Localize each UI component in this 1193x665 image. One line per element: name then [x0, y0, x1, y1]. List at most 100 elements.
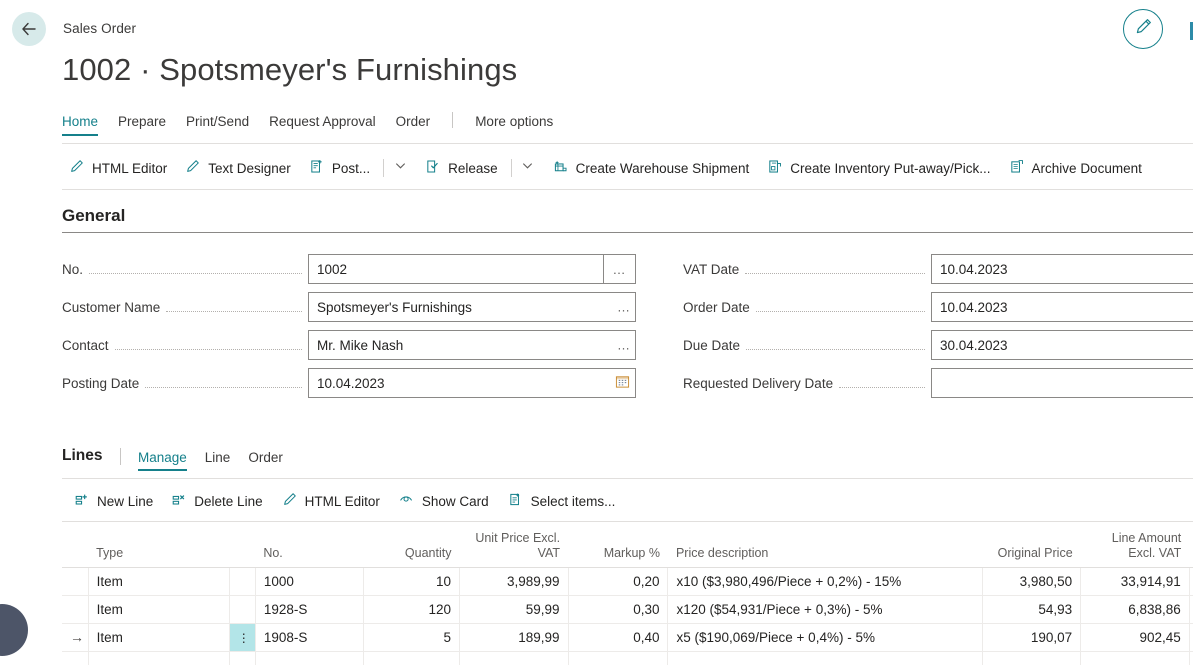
cell-price-description[interactable] — [667, 651, 984, 665]
cell-original-price[interactable]: 54,93 — [982, 595, 1082, 624]
cell-tail[interactable] — [1188, 595, 1193, 624]
cell-tail[interactable] — [1188, 567, 1193, 596]
post-dropdown-button[interactable] — [386, 153, 414, 183]
row-menu-button[interactable] — [228, 651, 256, 665]
cell-type[interactable]: Item — [87, 567, 230, 596]
cell-no[interactable] — [254, 651, 365, 665]
posting-date-input[interactable]: 10.04.2023 — [308, 368, 636, 398]
col-header-markup[interactable]: Markup % — [568, 527, 668, 568]
action-archive-document[interactable]: Archive Document — [1004, 153, 1155, 183]
due-date-input[interactable]: 30.04.2023 — [931, 330, 1193, 360]
action-delete-line[interactable]: Delete Line — [171, 486, 280, 516]
cell-no[interactable]: 1908-S — [254, 623, 365, 652]
row-menu-button[interactable]: ⋮ — [228, 623, 256, 652]
action-lines-html-editor[interactable]: HTML Editor — [281, 486, 398, 516]
cell-original-price[interactable]: 3,980,50 — [982, 567, 1082, 596]
lines-section-heading: Lines — [62, 447, 103, 464]
ribbon-tab-prepare[interactable]: Prepare — [108, 114, 176, 136]
cell-unit-price[interactable]: 59,99 — [458, 595, 569, 624]
col-header-price-description[interactable]: Price description — [667, 527, 983, 568]
contact-input[interactable]: Mr. Mike Nash … — [308, 330, 636, 360]
row-menu-button[interactable] — [228, 567, 256, 596]
col-header-tail[interactable]: S — [1189, 527, 1193, 568]
cell-markup[interactable]: 0,40 — [567, 623, 669, 652]
dot-leader — [839, 375, 925, 388]
col-header-line-amount[interactable]: Line Amount Excl. VAT — [1080, 527, 1190, 568]
customer-name-assist-edit-button[interactable]: … — [617, 301, 631, 314]
cell-price-description[interactable]: x10 ($3,980,496/Piece + 0,2%) - 15% — [667, 567, 984, 596]
edit-button[interactable] — [1123, 9, 1163, 49]
cell-type[interactable]: Item — [87, 595, 230, 624]
lines-tab-line[interactable]: Line — [196, 450, 240, 471]
back-button[interactable] — [12, 12, 46, 46]
action-text-designer[interactable]: Text Designer — [180, 153, 304, 183]
table-header-row: Type No. Quantity Unit Price Excl. VAT M… — [62, 527, 1193, 568]
field-no: No. 1002 … — [62, 250, 642, 288]
cell-quantity[interactable]: 5 — [363, 623, 460, 652]
cell-original-price[interactable]: 190,07 — [982, 623, 1082, 652]
action-select-items[interactable]: Select items... — [507, 486, 634, 516]
action-create-inventory-putaway-pick[interactable]: Create Inventory Put-away/Pick... — [762, 153, 1003, 183]
vat-date-input[interactable]: 10.04.2023 — [931, 254, 1193, 284]
action-new-line[interactable]: New Line — [74, 486, 171, 516]
cell-quantity[interactable]: 120 — [363, 595, 460, 624]
col-header-original-price[interactable]: Original Price — [982, 527, 1081, 568]
lines-tab-order[interactable]: Order — [239, 450, 292, 471]
ribbon-tab-order[interactable]: Order — [386, 114, 441, 136]
col-header-unit-price[interactable]: Unit Price Excl. VAT — [459, 527, 569, 568]
order-date-input[interactable]: 10.04.2023 — [931, 292, 1193, 322]
cell-price-description[interactable]: x120 ($54,931/Piece + 0,3%) - 5% — [667, 595, 984, 624]
cell-unit-price[interactable]: 189,99 — [458, 623, 569, 652]
cell-price-description[interactable]: x5 ($190,069/Piece + 0,4%) - 5% — [667, 623, 984, 652]
breadcrumb[interactable]: Sales Order — [63, 21, 136, 36]
cell-no[interactable]: 1000 — [254, 567, 365, 596]
ribbon-tab-request-approval[interactable]: Request Approval — [259, 114, 386, 136]
ribbon-more-options[interactable]: More options — [465, 114, 563, 136]
action-show-card[interactable]: Show Card — [398, 486, 507, 516]
ribbon-tab-print-send[interactable]: Print/Send — [176, 114, 259, 136]
field-value: 10.04.2023 — [940, 299, 1008, 315]
cell-type[interactable]: Item — [87, 623, 230, 652]
calendar-icon[interactable] — [615, 374, 630, 392]
col-header-quantity[interactable]: Quantity — [363, 527, 460, 568]
col-header-menu — [229, 527, 256, 568]
cell-original-price[interactable] — [982, 651, 1082, 665]
cell-markup[interactable]: 0,20 — [567, 567, 669, 596]
cell-unit-price[interactable]: 3,989,99 — [458, 567, 569, 596]
action-label: New Line — [97, 493, 154, 509]
col-header-no[interactable]: No. — [255, 527, 364, 568]
table-row[interactable]: Item 1000 10 3,989,99 0,20 x10 ($3,980,4… — [62, 567, 1193, 596]
cell-no[interactable]: 1928-S — [254, 595, 365, 624]
cell-quantity[interactable]: 10 — [363, 567, 460, 596]
toolbar-separator — [383, 159, 385, 177]
action-html-editor[interactable]: HTML Editor — [68, 153, 180, 183]
table-row[interactable]: → Item ⋮ 1908-S 5 189,99 0,40 x5 ($190,0… — [62, 623, 1193, 652]
cell-tail[interactable] — [1188, 651, 1193, 665]
cell-unit-price[interactable] — [458, 651, 569, 665]
action-post[interactable]: Post... — [304, 153, 383, 183]
row-menu-button[interactable] — [228, 595, 256, 624]
release-dropdown-button[interactable] — [514, 153, 542, 183]
cell-line-amount[interactable]: 33,914,91 — [1080, 567, 1190, 596]
no-assist-edit-button[interactable]: … — [604, 254, 636, 284]
contact-assist-edit-button[interactable]: … — [617, 339, 631, 352]
cell-quantity[interactable] — [363, 651, 460, 665]
cell-markup[interactable]: 0,30 — [567, 595, 669, 624]
field-control — [931, 368, 1193, 398]
cell-line-amount[interactable]: 902,45 — [1080, 623, 1190, 652]
no-input[interactable]: 1002 — [308, 254, 604, 284]
requested-delivery-date-input[interactable] — [931, 368, 1193, 398]
cell-line-amount[interactable] — [1080, 651, 1190, 665]
col-header-type[interactable]: Type — [88, 527, 230, 568]
table-row[interactable]: Item 1928-S 120 59,99 0,30 x120 ($54,931… — [62, 595, 1193, 624]
action-create-warehouse-shipment[interactable]: Create Warehouse Shipment — [548, 153, 763, 183]
customer-name-input[interactable]: Spotsmeyer's Furnishings … — [308, 292, 636, 322]
cell-markup[interactable] — [567, 651, 669, 665]
ribbon-tab-home[interactable]: Home — [62, 114, 108, 136]
cell-tail[interactable] — [1188, 623, 1193, 652]
cell-line-amount[interactable]: 6,838,86 — [1080, 595, 1190, 624]
table-row-new[interactable] — [62, 651, 1193, 665]
cell-type[interactable] — [87, 651, 230, 665]
lines-tab-manage[interactable]: Manage — [129, 450, 196, 471]
action-release[interactable]: Release — [420, 153, 511, 183]
